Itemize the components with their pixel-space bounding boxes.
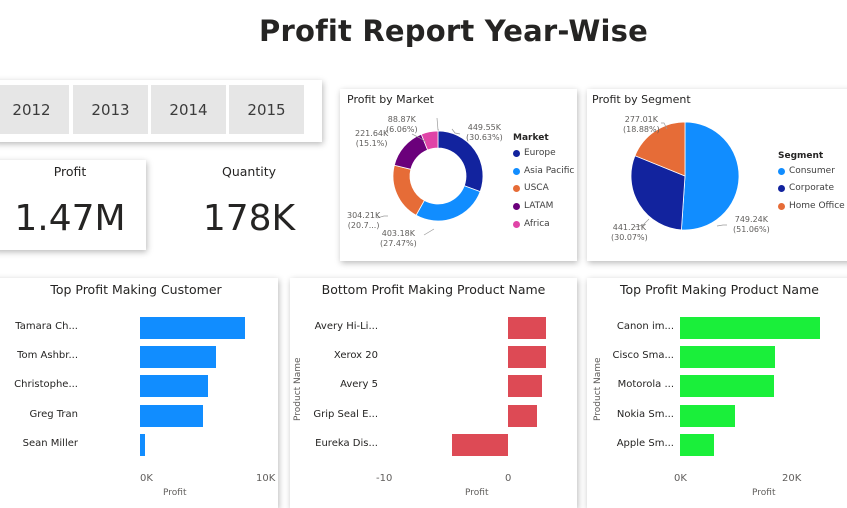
bottom-product-bar[interactable] bbox=[508, 404, 537, 427]
legend-marker-usca bbox=[513, 184, 520, 192]
market-slice-asia-pacific[interactable] bbox=[415, 185, 481, 222]
top-product-tick-0: 0K bbox=[674, 473, 687, 484]
top-customer-category-label: Christophe... bbox=[14, 379, 78, 391]
bottom-product-bar[interactable] bbox=[508, 346, 547, 369]
top-customer-bar[interactable] bbox=[140, 346, 217, 369]
market-label-asia-pacific: 403.18K (27.47%) bbox=[380, 229, 417, 248]
legend-item-consumer[interactable]: Consumer bbox=[778, 166, 835, 176]
legend-item-usca[interactable]: USCA bbox=[513, 183, 549, 193]
legend-item-home-office[interactable]: Home Office bbox=[778, 201, 845, 211]
legend-marker-asia-pacific bbox=[513, 167, 520, 175]
bottom-product-category-label: Avery 5 bbox=[340, 379, 378, 391]
top-customer-title: Top Profit Making Customer bbox=[50, 282, 222, 297]
top-product-bar[interactable] bbox=[680, 375, 775, 398]
legend-marker-home-office bbox=[778, 202, 785, 210]
top-product-category-label: Nokia Sm... bbox=[616, 408, 674, 420]
year-button-2012[interactable]: 2012 bbox=[0, 85, 69, 134]
year-button-2014[interactable]: 2014 bbox=[151, 85, 226, 134]
top-product-bar[interactable] bbox=[680, 404, 735, 427]
segment-label-consumer: 749.24K (51.06%) bbox=[733, 215, 770, 234]
segment-pie-card[interactable]: Profit by Segment 277.01K (18.88%) 749.24… bbox=[587, 89, 847, 261]
top-customer-bar[interactable] bbox=[140, 433, 145, 456]
bottom-product-title: Bottom Profit Making Product Name bbox=[321, 282, 546, 297]
top-customer-card[interactable]: Top Profit Making Customer 0K 10K Profit… bbox=[0, 278, 278, 508]
market-label-africa: 88.87K (6.06%) bbox=[386, 115, 418, 134]
quantity-card-value: 178K bbox=[202, 198, 296, 239]
bottom-product-bar[interactable] bbox=[508, 317, 547, 339]
top-customer-bar[interactable] bbox=[140, 375, 208, 398]
top-product-category-label: Apple Sm... bbox=[616, 437, 674, 449]
year-button-2015[interactable]: 2015 bbox=[229, 85, 304, 134]
top-product-tick-1: 20K bbox=[782, 473, 802, 484]
profit-card-value: 1.47M bbox=[14, 198, 126, 239]
top-product-card[interactable]: Top Profit Making Product Name Product N… bbox=[587, 278, 847, 508]
bottom-product-tick-0: -10 bbox=[376, 473, 393, 484]
top-product-category-label: Motorola ... bbox=[617, 379, 674, 391]
top-product-bar[interactable] bbox=[680, 317, 820, 339]
top-customer-xlabel: Profit bbox=[163, 488, 187, 498]
bottom-product-bar[interactable] bbox=[451, 433, 508, 456]
top-product-bar[interactable] bbox=[680, 433, 714, 456]
legend-marker-latam bbox=[513, 202, 520, 210]
profit-card-label: Profit bbox=[53, 164, 87, 179]
legend-marker-consumer bbox=[778, 167, 785, 175]
quantity-card: Quantity 178K bbox=[170, 160, 328, 250]
legend-item-latam[interactable]: LATAM bbox=[513, 201, 553, 211]
market-label-latam: 221.64K (15.1%) bbox=[355, 129, 389, 148]
legend-marker-europe bbox=[513, 149, 520, 157]
top-customer-tick-0: 0K bbox=[140, 473, 153, 484]
top-product-category-label: Canon im... bbox=[616, 321, 674, 332]
quantity-card-label: Quantity bbox=[221, 164, 277, 179]
segment-label-corporate: 441.21K (30.07%) bbox=[611, 223, 648, 242]
top-product-bar[interactable] bbox=[680, 346, 776, 369]
year-button-2013[interactable]: 2013 bbox=[73, 85, 148, 134]
market-legend-title: Market bbox=[513, 133, 549, 143]
year-slicer: 2012 2013 2014 2015 bbox=[0, 80, 322, 142]
top-customer-category-label: Tamara Ch... bbox=[15, 321, 78, 332]
bottom-product-category-label: Eureka Dis... bbox=[315, 437, 378, 449]
legend-item-asia-pacific[interactable]: Asia Pacific bbox=[513, 166, 574, 176]
bottom-product-card[interactable]: Bottom Profit Making Product Name Produc… bbox=[290, 278, 577, 508]
market-label-europe: 449.55K (30.63%) bbox=[466, 123, 503, 142]
legend-item-europe[interactable]: Europe bbox=[513, 148, 556, 158]
bottom-product-xlabel: Profit bbox=[465, 488, 489, 498]
market-slice-usca[interactable] bbox=[392, 164, 425, 216]
top-customer-category-label: Tom Ashbr... bbox=[17, 350, 78, 362]
top-product-category-label: Cisco Sma... bbox=[612, 350, 674, 362]
top-product-title: Top Profit Making Product Name bbox=[620, 282, 819, 297]
bottom-product-category-label: Xerox 20 bbox=[333, 350, 378, 362]
legend-item-africa[interactable]: Africa bbox=[513, 219, 550, 229]
legend-marker-africa bbox=[513, 220, 520, 228]
top-customer-category-label: Greg Tran bbox=[29, 408, 78, 420]
segment-label-home-office: 277.01K (18.88%) bbox=[623, 115, 660, 134]
top-customer-bar[interactable] bbox=[140, 317, 246, 339]
bottom-product-category-label: Grip Seal E... bbox=[313, 408, 378, 420]
top-product-xlabel: Profit bbox=[752, 488, 776, 498]
top-customer-bar[interactable] bbox=[140, 404, 203, 427]
page-title: Profit Report Year-Wise bbox=[258, 14, 648, 48]
market-donut-card[interactable]: Profit by Market 88.87K (6.06%) 221.64K (1… bbox=[340, 89, 577, 261]
top-customer-category-label: Sean Miller bbox=[22, 437, 78, 449]
segment-slice-consumer[interactable] bbox=[680, 121, 740, 231]
top-customer-tick-1: 10K bbox=[256, 473, 276, 484]
profit-card: Profit 1.47M bbox=[0, 160, 146, 250]
bottom-product-bar[interactable] bbox=[508, 375, 542, 398]
bottom-product-category-label: Avery Hi-Li... bbox=[314, 321, 378, 332]
legend-item-corporate[interactable]: Corporate bbox=[778, 183, 834, 193]
market-label-usca: 304.21K (20.7...) bbox=[347, 211, 381, 230]
legend-marker-corporate bbox=[778, 184, 785, 192]
segment-legend-title: Segment bbox=[778, 151, 824, 161]
bottom-product-tick-1: 0 bbox=[505, 473, 512, 484]
